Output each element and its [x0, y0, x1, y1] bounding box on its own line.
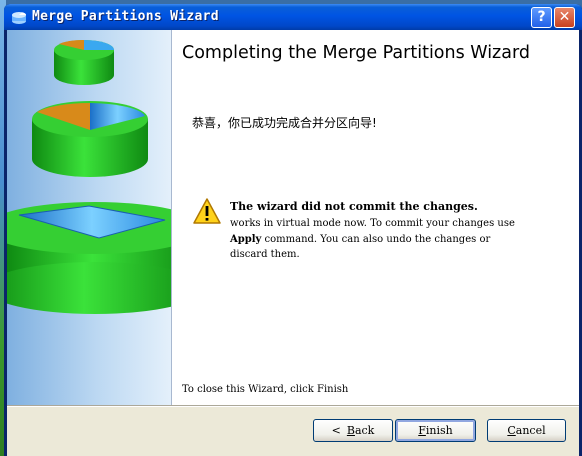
help-icon: ?: [537, 9, 546, 25]
wizard-content: Completing the Merge Partitions Wizard 恭…: [171, 30, 579, 405]
wizard-client-area: Completing the Merge Partitions Wizard 恭…: [7, 30, 579, 456]
window-title: Merge Partitions Wizard: [32, 9, 219, 24]
warning-title: The wizard did not commit the changes.: [230, 200, 478, 213]
back-label: ack: [354, 424, 375, 437]
finish-button[interactable]: Finish: [395, 419, 476, 442]
finish-label: inish: [425, 424, 453, 437]
partition-disk-illustration: [7, 39, 171, 314]
back-button[interactable]: < Back: [313, 419, 393, 442]
back-accel: B: [346, 424, 355, 437]
warning-line-2: Apply command. You can also undo the cha…: [230, 232, 570, 248]
partition-app-icon: [12, 12, 26, 24]
cancel-label: ancel: [515, 424, 546, 437]
back-arrow-icon: <: [331, 424, 341, 437]
warning-line-3: discard them.: [230, 249, 300, 260]
wizard-window: Merge Partitions Wizard ? ✕ Completing t…: [4, 4, 582, 456]
cancel-accel: C: [507, 424, 516, 437]
warning-line-2-rest: command. You can also undo the changes o…: [261, 233, 491, 245]
apply-keyword: Apply: [230, 233, 262, 245]
close-hint: To close this Wizard, click Finish: [182, 384, 349, 395]
help-button[interactable]: ?: [531, 7, 552, 28]
warning-message: works in virtual mode now. To commit you…: [230, 216, 570, 263]
wizard-side-panel: [7, 30, 171, 405]
congrats-message: 恭喜，你已成功完成合并分区向导!: [192, 116, 377, 130]
cancel-button[interactable]: Cancel: [487, 419, 566, 442]
close-icon: ✕: [558, 9, 571, 25]
warning-icon: [193, 198, 221, 224]
title-bar[interactable]: Merge Partitions Wizard ? ✕: [4, 4, 582, 30]
button-separator: [7, 405, 579, 407]
close-button[interactable]: ✕: [554, 7, 575, 28]
page-title: Completing the Merge Partitions Wizard: [182, 43, 530, 63]
warning-line-1: works in virtual mode now. To commit you…: [230, 218, 515, 229]
finish-accel: F: [418, 424, 426, 437]
